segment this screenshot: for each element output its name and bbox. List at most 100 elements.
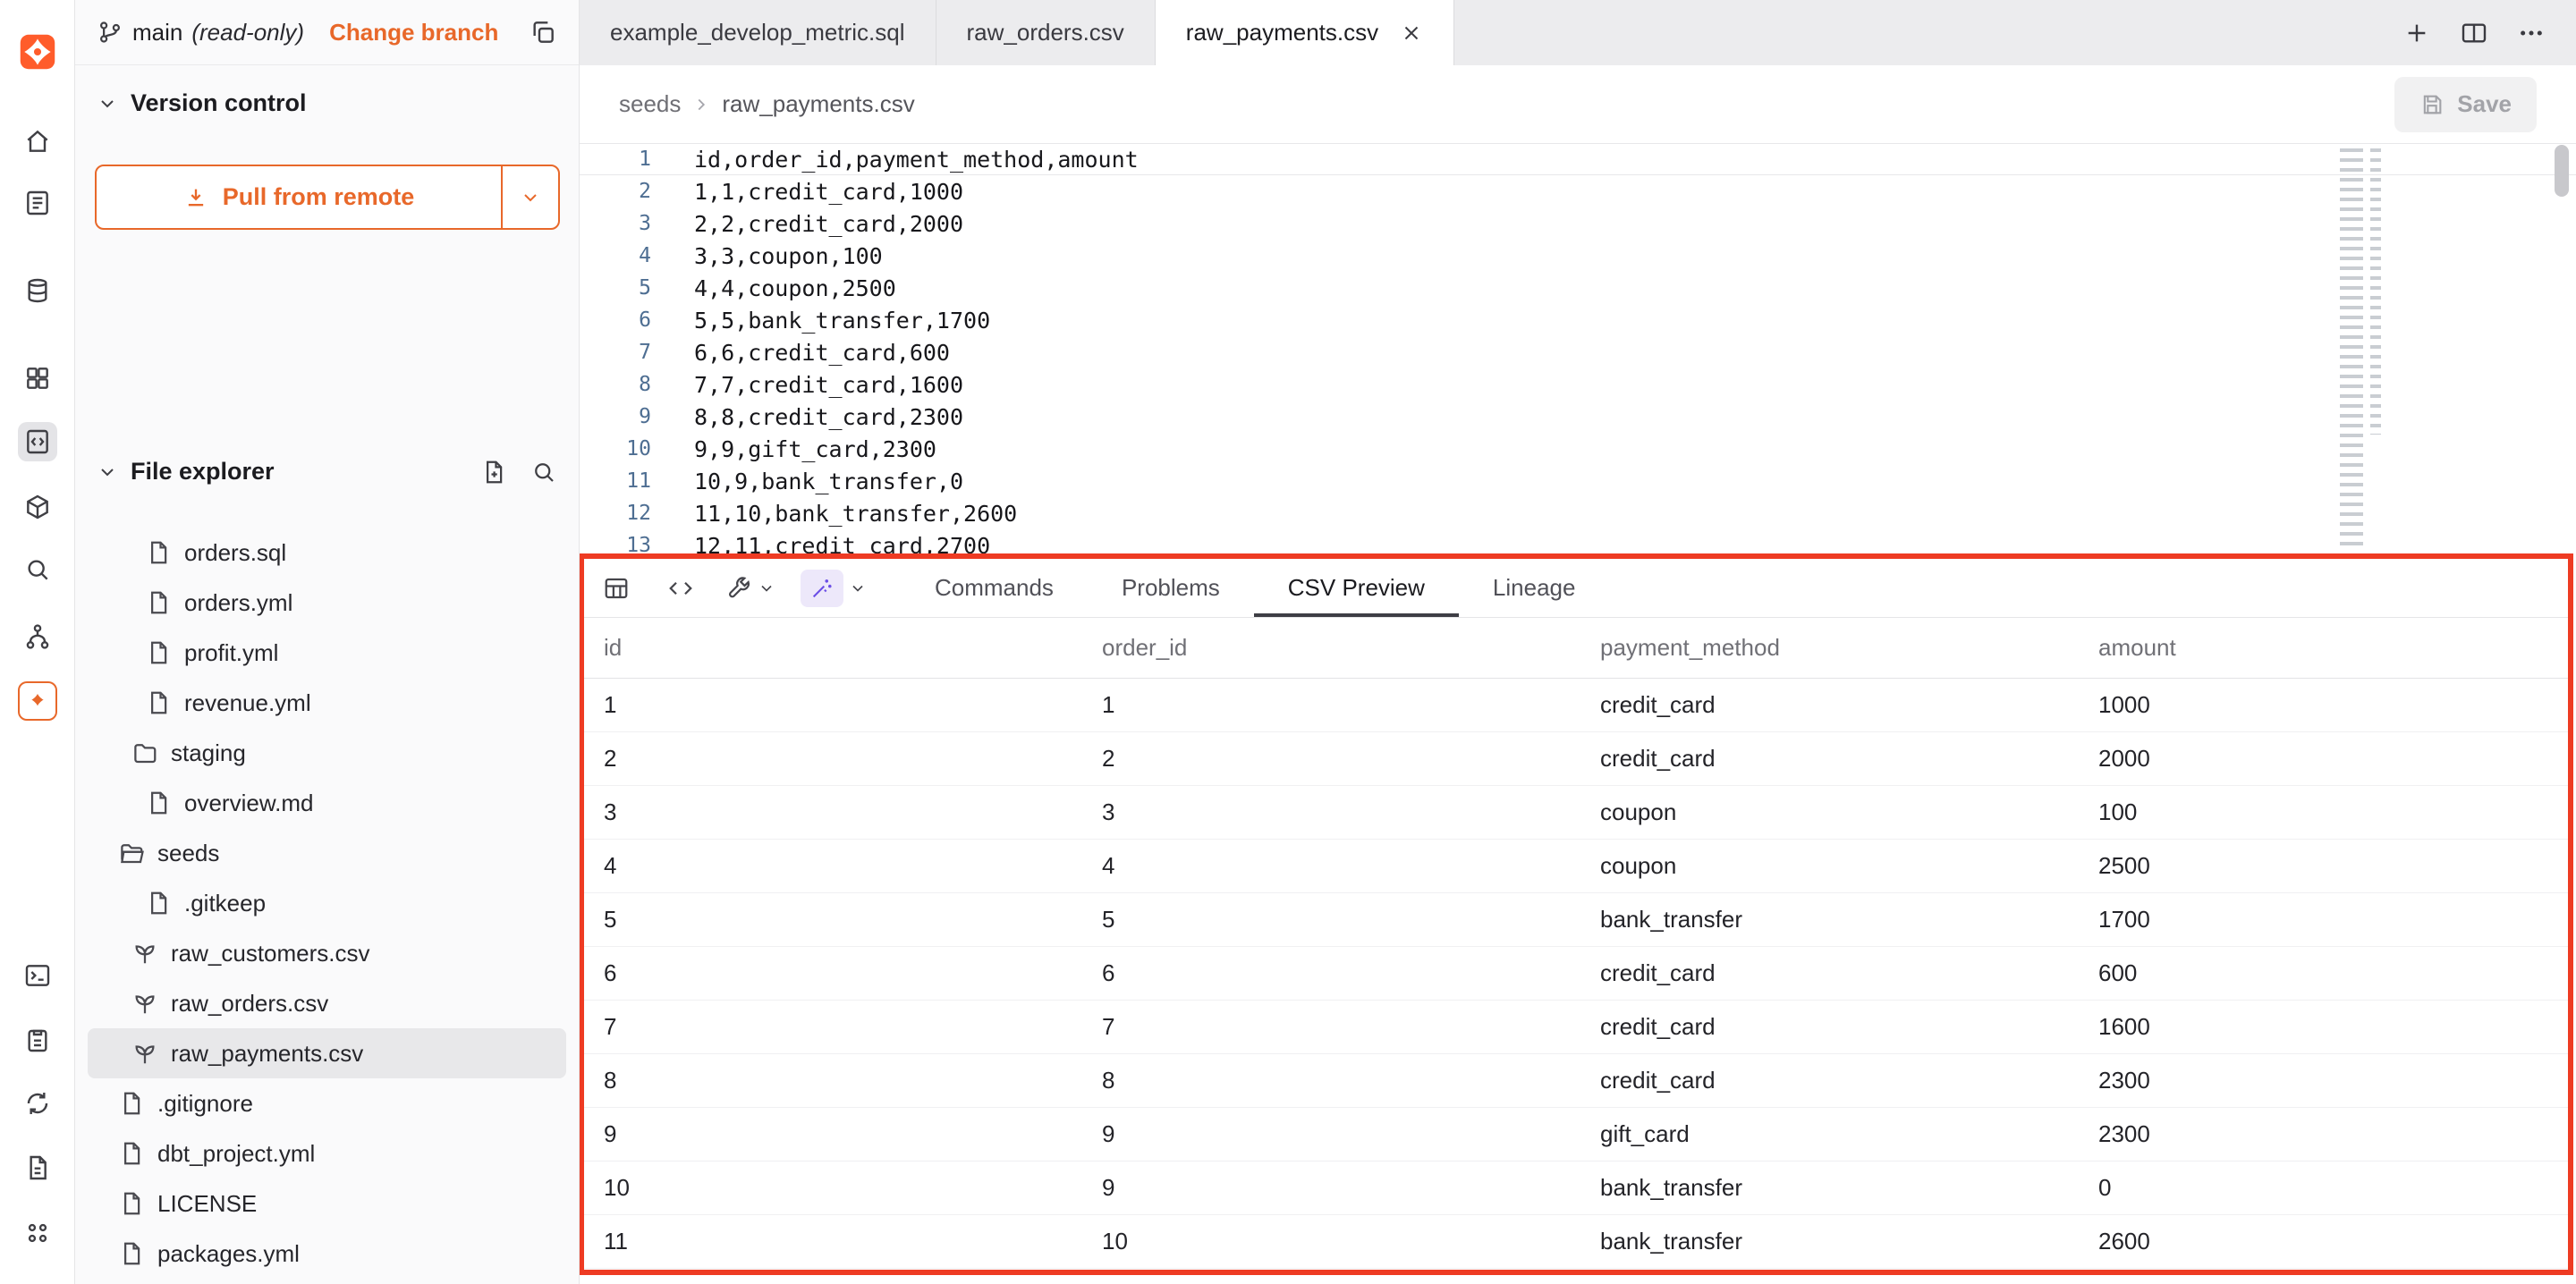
line-number: 1 bbox=[580, 148, 651, 171]
tree-item-staging[interactable]: staging bbox=[88, 728, 566, 778]
pull-from-remote-main[interactable]: Pull from remote bbox=[97, 166, 503, 228]
breadcrumb-folder[interactable]: seeds bbox=[619, 90, 681, 118]
line-number: 3 bbox=[580, 212, 651, 235]
grid-icon[interactable] bbox=[18, 359, 57, 398]
tree-item-raw-customers-csv[interactable]: raw_customers.csv bbox=[88, 928, 566, 978]
chevron-down-icon bbox=[758, 579, 775, 597]
tab-close-icon[interactable] bbox=[1400, 21, 1423, 45]
terminal-icon[interactable] bbox=[18, 956, 57, 995]
tree-item-orders-yml[interactable]: orders.yml bbox=[88, 578, 566, 628]
folder-icon bbox=[131, 739, 158, 766]
fork-icon[interactable] bbox=[18, 617, 57, 656]
file-icon bbox=[118, 1190, 145, 1217]
file-explorer-header[interactable]: File explorer bbox=[97, 458, 557, 486]
minimap[interactable] bbox=[2340, 148, 2383, 545]
tree-item-raw-orders-csv[interactable]: raw_orders.csv bbox=[88, 978, 566, 1028]
new-tab-icon[interactable] bbox=[2402, 19, 2431, 47]
search-explore-icon[interactable] bbox=[18, 550, 57, 589]
dbt-badge-icon[interactable] bbox=[18, 681, 57, 721]
tab-label: raw_orders.csv bbox=[967, 19, 1124, 46]
pull-from-remote-button[interactable]: Pull from remote bbox=[95, 165, 560, 230]
panel-tab-lineage[interactable]: Lineage bbox=[1459, 559, 1610, 617]
pull-options-caret[interactable] bbox=[503, 166, 558, 228]
tabbar-actions bbox=[2402, 0, 2576, 65]
csv-cell: bank_transfer bbox=[1580, 906, 2079, 933]
line-number: 2 bbox=[580, 180, 651, 203]
database-icon[interactable] bbox=[18, 271, 57, 310]
csv-cell: 11 bbox=[584, 1228, 1082, 1255]
tree-item-raw-payments-csv[interactable]: raw_payments.csv bbox=[88, 1028, 566, 1078]
line-number: 8 bbox=[580, 373, 651, 396]
csv-cell: 1 bbox=[1082, 691, 1580, 719]
table-view-icon[interactable] bbox=[597, 569, 636, 608]
more-icon[interactable] bbox=[2517, 19, 2546, 47]
apps-icon[interactable] bbox=[18, 1213, 57, 1253]
csv-cell: 8 bbox=[1082, 1067, 1580, 1094]
minimap-marks bbox=[2340, 148, 2363, 545]
icon-rail bbox=[0, 0, 75, 1284]
copy-icon[interactable] bbox=[529, 18, 557, 46]
branch-mode: (read-only) bbox=[191, 19, 304, 46]
save-button[interactable]: Save bbox=[2394, 77, 2537, 132]
panel-tab-problems[interactable]: Problems bbox=[1088, 559, 1254, 617]
csv-cell: credit_card bbox=[1580, 1067, 2079, 1094]
panel-tab-csv-preview[interactable]: CSV Preview bbox=[1254, 559, 1459, 617]
tree-item-label: overview.md bbox=[184, 790, 314, 817]
editor-scrollbar-thumb[interactable] bbox=[2555, 145, 2569, 197]
change-branch-link[interactable]: Change branch bbox=[329, 19, 498, 46]
tree-item-packages-yml[interactable]: packages.yml bbox=[88, 1229, 566, 1279]
ai-assist-dropdown[interactable] bbox=[801, 570, 867, 607]
tree-item-revenue-yml[interactable]: revenue.yml bbox=[88, 678, 566, 728]
panel-tab-commands[interactable]: Commands bbox=[901, 559, 1088, 617]
chevron-down-icon bbox=[520, 187, 541, 208]
search-icon[interactable] bbox=[530, 459, 557, 486]
line-number: 13 bbox=[580, 534, 651, 553]
code-editor-icon[interactable] bbox=[18, 422, 57, 461]
tree-item-gitignore[interactable]: .gitignore bbox=[88, 1078, 566, 1128]
version-control-header[interactable]: Version control bbox=[97, 89, 307, 117]
home-icon[interactable] bbox=[18, 122, 57, 161]
tree-item-seeds[interactable]: seeds bbox=[88, 828, 566, 878]
magic-wand-icon bbox=[801, 570, 843, 607]
csv-row: 33coupon100 bbox=[584, 786, 2568, 840]
file-explorer-actions bbox=[480, 459, 557, 486]
tab-example-develop-metric-sql[interactable]: example_develop_metric.sql bbox=[580, 0, 936, 65]
tab-raw-payments-csv[interactable]: raw_payments.csv bbox=[1156, 0, 1454, 65]
tree-item-dbt-project-yml[interactable]: dbt_project.yml bbox=[88, 1128, 566, 1178]
code-view-icon[interactable] bbox=[661, 569, 700, 608]
save-icon bbox=[2419, 92, 2445, 117]
editor-tabbar: example_develop_metric.sql raw_orders.cs… bbox=[580, 0, 2576, 65]
csv-cell: coupon bbox=[1580, 798, 2079, 826]
document-icon[interactable] bbox=[18, 1148, 57, 1187]
tree-item-orders-sql[interactable]: orders.sql bbox=[88, 528, 566, 578]
tab-label: example_develop_metric.sql bbox=[610, 19, 905, 46]
clipboard-icon[interactable] bbox=[18, 1020, 57, 1060]
logs-icon[interactable] bbox=[18, 183, 57, 223]
tree-item-label: staging bbox=[171, 739, 246, 767]
line-text: 12,11,credit_card,2700 bbox=[694, 533, 990, 554]
tree-item-gitkeep[interactable]: .gitkeep bbox=[88, 878, 566, 928]
csv-cell: 3 bbox=[1082, 798, 1580, 826]
line-text: 8,8,credit_card,2300 bbox=[694, 404, 963, 430]
csv-cell: 9 bbox=[584, 1120, 1082, 1148]
tree-item-license[interactable]: LICENSE bbox=[88, 1178, 566, 1229]
cube-icon[interactable] bbox=[18, 487, 57, 527]
wrench-icon bbox=[725, 575, 752, 602]
sync-icon[interactable] bbox=[18, 1084, 57, 1123]
editor-line: 12 11,10,bank_transfer,2600 bbox=[580, 497, 2576, 529]
csv-cell: 2 bbox=[584, 745, 1082, 773]
split-view-icon[interactable] bbox=[2460, 19, 2488, 47]
file-icon bbox=[145, 890, 172, 917]
tree-item-overview-md[interactable]: overview.md bbox=[88, 778, 566, 828]
build-tools-dropdown[interactable] bbox=[725, 575, 775, 602]
csv-cell: 1700 bbox=[2079, 906, 2573, 933]
csv-cell: 5 bbox=[1082, 906, 1580, 933]
line-text: 1,1,credit_card,1000 bbox=[694, 179, 963, 205]
line-text: id,order_id,payment_method,amount bbox=[694, 147, 1139, 173]
line-text: 6,6,credit_card,600 bbox=[694, 340, 950, 366]
new-file-icon[interactable] bbox=[480, 459, 507, 486]
seed-icon bbox=[131, 1040, 158, 1067]
code-editor[interactable]: 1 id,order_id,payment_method,amount 2 1,… bbox=[580, 143, 2576, 553]
tab-raw-orders-csv[interactable]: raw_orders.csv bbox=[936, 0, 1156, 65]
tree-item-profit-yml[interactable]: profit.yml bbox=[88, 628, 566, 678]
